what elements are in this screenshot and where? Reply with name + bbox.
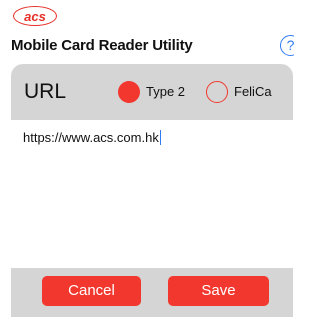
url-input-value: https://www.acs.com.hk — [23, 130, 159, 145]
text-caret — [159, 130, 162, 145]
url-label: URL — [24, 80, 67, 103]
logo-text: acs — [24, 8, 46, 24]
app-screen: acs Mobile Card Reader Utility ? URL Typ… — [0, 0, 294, 317]
url-input[interactable]: https://www.acs.com.hk — [11, 120, 293, 268]
acs-logo: acs — [13, 6, 57, 26]
radio-type2-label[interactable]: Type 2 — [146, 84, 185, 99]
radio-type2[interactable] — [118, 81, 140, 103]
save-button[interactable]: Save — [168, 276, 269, 306]
app-title: Mobile Card Reader Utility — [11, 37, 193, 54]
help-icon[interactable]: ? — [280, 35, 294, 56]
cancel-button[interactable]: Cancel — [42, 276, 141, 306]
radio-felica[interactable] — [206, 81, 228, 103]
url-dialog: URL Type 2 FeliCa https://www.acs.com.hk… — [11, 64, 293, 317]
radio-felica-label[interactable]: FeliCa — [234, 84, 272, 99]
